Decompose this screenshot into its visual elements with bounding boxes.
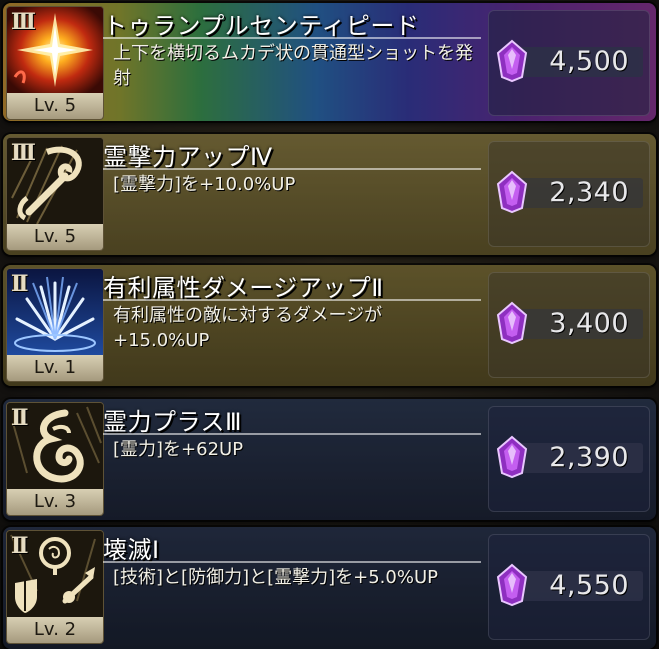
- rank-badge: III: [11, 140, 36, 166]
- level-label: Lv. 5: [7, 224, 103, 250]
- rank-badge: II: [11, 405, 29, 431]
- title-divider: [103, 168, 481, 170]
- skill-description: 有利属性の敵に対するダメージが+15.0%UP: [113, 305, 383, 351]
- rank-badge: III: [11, 9, 36, 35]
- skill-description: 上下を横切るムカデ状の貫通型ショットを発射: [113, 43, 473, 89]
- skill-description: [霊力]を+62UP: [113, 439, 244, 460]
- skill-card[interactable]: II Lv. 1 有利属性ダメージアップⅡ 有利属性の敵に対するダメージが+15…: [3, 265, 656, 386]
- price-value: 4,550: [549, 570, 629, 601]
- skill-card[interactable]: III Lv. 5 霊撃力アップⅣ [霊撃力]を+10.0%UP 2,340: [3, 134, 656, 255]
- rank-badge: II: [11, 271, 29, 297]
- skill-card[interactable]: II Lv. 3 霊力プラスⅢ [霊力]を+62UP 2,390: [3, 399, 656, 520]
- title-divider: [103, 561, 481, 563]
- purple-gem-icon: [496, 435, 528, 479]
- level-label: Lv. 1: [7, 355, 103, 381]
- purple-gem-icon: [496, 39, 528, 83]
- price-value: 4,500: [549, 46, 629, 77]
- skill-description: [霊撃力]を+10.0%UP: [113, 174, 296, 195]
- title-divider: [103, 299, 481, 301]
- purple-gem-icon: [496, 563, 528, 607]
- rank-badge: II: [11, 533, 29, 559]
- price-value: 2,340: [549, 177, 629, 208]
- price-panel[interactable]: 4,550: [488, 534, 650, 640]
- price-value: 2,390: [549, 442, 629, 473]
- purple-gem-icon: [496, 170, 528, 214]
- skill-name: 霊撃力アップⅣ: [103, 143, 273, 171]
- title-divider: [103, 37, 481, 39]
- level-label: Lv. 3: [7, 489, 103, 515]
- price-value: 3,400: [549, 308, 629, 339]
- skill-name: 壊滅Ⅰ: [103, 536, 160, 564]
- skill-description: [技術]と[防御力]と[霊撃力]を+5.0%UP: [113, 567, 438, 588]
- skill-name: 有利属性ダメージアップⅡ: [103, 274, 384, 302]
- price-panel[interactable]: 3,400: [488, 272, 650, 378]
- skill-icon-frame: III Lv. 5: [6, 137, 104, 251]
- level-label: Lv. 5: [7, 93, 103, 119]
- skill-shop-list: III Lv. 5 トゥランプルセンティピード 上下を横切るムカデ状の貫通型ショ…: [0, 0, 659, 649]
- price-panel[interactable]: 2,390: [488, 406, 650, 512]
- skill-icon-frame: II Lv. 3: [6, 402, 104, 516]
- skill-card[interactable]: II Lv. 2 壊滅Ⅰ [技術]と[防御力]と[霊撃力]を+5.0%UP 4,…: [3, 527, 656, 649]
- skill-name: トゥランプルセンティピード: [103, 12, 420, 40]
- skill-icon-frame: II Lv. 1: [6, 268, 104, 382]
- skill-card[interactable]: III Lv. 5 トゥランプルセンティピード 上下を横切るムカデ状の貫通型ショ…: [3, 3, 656, 121]
- skill-name: 霊力プラスⅢ: [103, 408, 243, 436]
- price-panel[interactable]: 4,500: [488, 10, 650, 116]
- price-panel[interactable]: 2,340: [488, 141, 650, 247]
- level-label: Lv. 2: [7, 617, 103, 643]
- purple-gem-icon: [496, 301, 528, 345]
- title-divider: [103, 433, 481, 435]
- skill-icon-frame: II Lv. 2: [6, 530, 104, 644]
- skill-icon-frame: III Lv. 5: [6, 6, 104, 120]
